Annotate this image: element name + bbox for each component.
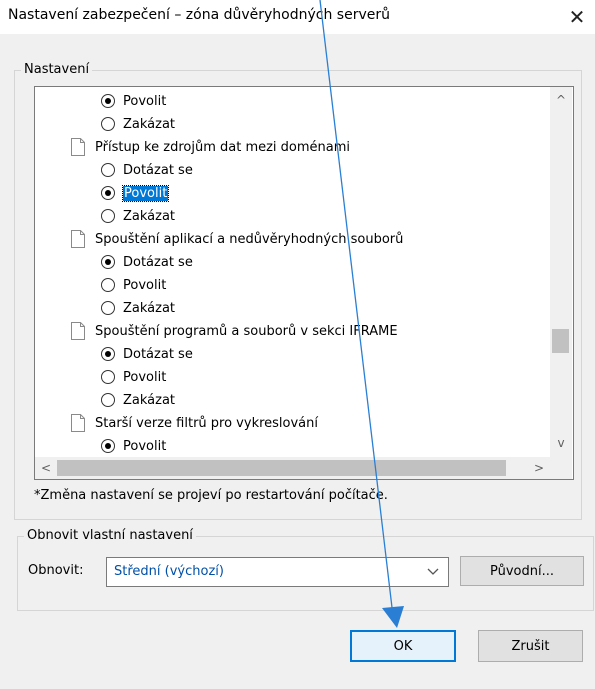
reset-level-value: Střední (výchozí) [114,564,224,579]
radio-option-label: Zakázat [123,392,176,408]
radio-option-label: Povolit [123,369,167,385]
setting-heading[interactable]: Starší verze filtrů pro vykreslování [71,412,318,434]
radio-unchecked-icon[interactable] [101,278,115,292]
setting-heading-label: Starší verze filtrů pro vykreslování [95,415,318,431]
radio-option[interactable]: Zakázat [101,113,175,135]
scroll-right-icon[interactable]: > [528,458,550,478]
radio-checked-icon[interactable] [101,439,115,453]
radio-option-label: Povolit [121,184,170,202]
document-icon [71,138,85,156]
radio-option[interactable]: Zakázat [101,205,175,227]
radio-option-label: Zakázat [123,208,176,224]
scroll-left-icon[interactable]: < [35,458,57,478]
radio-option[interactable]: Povolit [101,182,170,204]
radio-option-label: Dotázat se [123,162,193,178]
setting-heading-label: Spouštění aplikací a nedůvěryhodných sou… [95,231,404,247]
radio-option[interactable]: Zakázat [101,389,175,411]
scrollbar-corner [550,457,572,479]
window-title: Nastavení zabezpečení – zóna důvěryhodný… [8,7,390,23]
document-icon [71,322,85,340]
radio-option-label: Zakázat [123,116,176,132]
radio-checked-icon[interactable] [101,94,115,108]
cancel-button[interactable]: Zrušit [478,630,583,662]
radio-option[interactable]: Povolit [101,435,166,457]
vertical-scroll-thumb[interactable] [552,329,569,353]
radio-option[interactable]: Povolit [101,90,166,112]
scroll-up-icon[interactable]: ^ [550,90,572,110]
radio-option[interactable]: Dotázat se [101,343,193,365]
reset-level-select[interactable]: Střední (výchozí) [106,557,449,587]
radio-checked-icon[interactable] [101,347,115,361]
radio-unchecked-icon[interactable] [101,370,115,384]
reset-group-label: Obnovit vlastní nastavení [24,528,196,543]
radio-unchecked-icon[interactable] [101,209,115,223]
title-bar: Nastavení zabezpečení – zóna důvěryhodný… [0,0,595,34]
radio-option-label: Zakázat [123,300,176,316]
reset-label: Obnovit: [28,563,84,578]
radio-unchecked-icon[interactable] [101,163,115,177]
scroll-down-icon[interactable]: v [550,433,572,453]
setting-heading-label: Přístup ke zdrojům dat mezi doménami [95,139,351,155]
setting-heading-label: Spouštění programů a souborů v sekci IFR… [95,323,398,339]
horizontal-scrollbar[interactable]: < > [35,457,550,479]
setting-heading[interactable]: Přístup ke zdrojům dat mezi doménami [71,136,350,158]
restart-note: *Změna nastavení se projeví po restartov… [34,488,388,503]
radio-option-label: Povolit [123,277,167,293]
radio-unchecked-icon[interactable] [101,301,115,315]
vertical-scrollbar[interactable]: ^ v [550,87,572,457]
reset-button[interactable]: Původní... [460,556,584,586]
radio-option[interactable]: Dotázat se [101,159,193,181]
radio-unchecked-icon[interactable] [101,393,115,407]
radio-option-label: Dotázat se [123,254,193,270]
radio-option-label: Povolit [123,438,167,454]
radio-option[interactable]: Povolit [101,274,166,296]
close-icon[interactable]: ✕ [564,4,590,30]
document-icon [71,230,85,248]
radio-unchecked-icon[interactable] [101,117,115,131]
document-icon [71,414,85,432]
radio-option[interactable]: Zakázat [101,297,175,319]
settings-tree-content: Povolit Zakázat Přístup ke zdrojům dat mez… [35,87,550,457]
radio-option-label: Povolit [123,93,167,109]
radio-checked-icon[interactable] [101,186,115,200]
horizontal-scroll-thumb[interactable] [57,460,506,476]
setting-heading[interactable]: Spouštění programů a souborů v sekci IFR… [71,320,398,342]
settings-tree[interactable]: Povolit Zakázat Přístup ke zdrojům dat mez… [34,86,574,480]
radio-checked-icon[interactable] [101,255,115,269]
settings-group-label: Nastavení [21,62,93,77]
radio-option-label: Dotázat se [123,346,193,362]
ok-button[interactable]: OK [350,630,456,662]
setting-heading[interactable]: Spouštění aplikací a nedůvěryhodných sou… [71,228,403,250]
radio-option[interactable]: Dotázat se [101,251,193,273]
chevron-down-icon [427,568,439,575]
radio-option[interactable]: Povolit [101,366,166,388]
